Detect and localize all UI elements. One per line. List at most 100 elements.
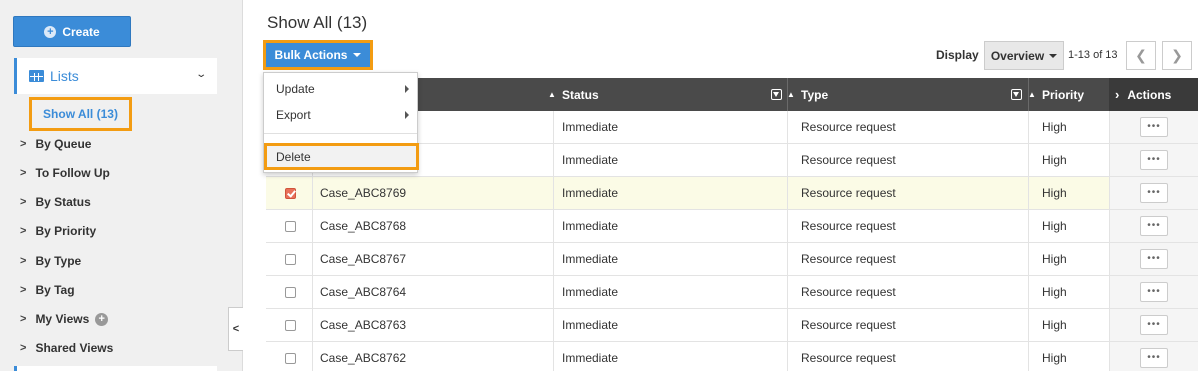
table-row[interactable]: Case_ABC8762 Immediate Resource request Hig… <box>266 342 1198 371</box>
row-select-cell <box>285 342 296 371</box>
table-row[interactable]: Case_ABC8767 Immediate Resource request Hig… <box>266 243 1198 276</box>
column-divider <box>553 342 554 371</box>
more-actions-icon[interactable]: ••• <box>1140 315 1168 335</box>
case-name-cell[interactable]: Case_ABC8764 <box>320 276 406 308</box>
collapse-sidebar-icon[interactable]: < <box>228 307 243 351</box>
column-divider <box>1028 210 1029 243</box>
chevron-right-icon: > <box>20 342 27 354</box>
column-header-status[interactable]: Status <box>562 78 599 111</box>
status-cell: Immediate <box>562 186 619 200</box>
row-checkbox[interactable] <box>285 286 296 298</box>
page-title: Show All (13) <box>267 13 368 32</box>
table-row[interactable]: Case_ABC8768 Immediate Resource request Hig… <box>266 210 1198 243</box>
more-actions-icon[interactable]: ••• <box>1140 282 1168 302</box>
sidebar-item-by-tag[interactable]: > By Tag <box>20 283 75 297</box>
filter-icon[interactable] <box>1011 78 1028 111</box>
case-name-cell[interactable]: Case_ABC8762 <box>320 342 406 371</box>
menu-item-update[interactable]: Update <box>264 76 417 102</box>
column-divider <box>553 309 554 342</box>
row-actions-cell: ••• <box>1109 177 1198 209</box>
sort-asc-icon[interactable]: ▲ <box>548 78 562 111</box>
more-actions-icon[interactable]: ••• <box>1140 150 1168 170</box>
menu-item-delete[interactable]: Delete <box>264 143 419 170</box>
view-select-value: Overview <box>990 48 1045 63</box>
sidebar-item-to-follow-up[interactable]: > To Follow Up <box>20 166 110 180</box>
menu-item-export[interactable]: Export <box>264 102 417 128</box>
view-select[interactable]: Overview <box>984 41 1064 70</box>
more-actions-icon[interactable]: ••• <box>1140 216 1168 236</box>
table-row[interactable]: Case_ABC8763 Immediate Resource request Hig… <box>266 309 1198 342</box>
sort-asc-icon[interactable]: ▲ <box>787 78 801 111</box>
column-divider <box>312 342 313 371</box>
chevron-right-icon: ❯ <box>1171 47 1183 63</box>
column-divider <box>553 243 554 276</box>
row-actions-cell: ••• <box>1109 243 1198 275</box>
row-actions-cell: ••• <box>1109 276 1198 308</box>
sidebar-item-by-queue[interactable]: > By Queue <box>20 137 91 151</box>
row-checkbox[interactable] <box>285 253 296 265</box>
sidebar-item-shared-views[interactable]: > Shared Views <box>20 341 113 355</box>
priority-cell: High <box>1042 219 1067 233</box>
column-divider <box>787 210 788 243</box>
sidebar-section-edge <box>14 366 217 371</box>
sidebar-item-by-priority[interactable]: > By Priority <box>20 224 96 238</box>
sidebar-item-label: Shared Views <box>35 341 114 355</box>
column-divider <box>1028 177 1029 210</box>
column-divider <box>312 276 313 309</box>
row-checkbox[interactable] <box>285 220 296 232</box>
lists-header[interactable]: Lists ⌄ <box>14 58 217 94</box>
column-divider <box>1028 309 1029 342</box>
type-cell: Resource request <box>801 186 896 200</box>
status-cell: Immediate <box>562 351 619 365</box>
row-checkbox[interactable] <box>285 187 296 199</box>
case-name-cell[interactable]: Case_ABC8763 <box>320 309 406 341</box>
menu-item-label: Export <box>276 108 311 122</box>
sidebar-item-my-views[interactable]: > My Views + <box>20 312 109 326</box>
next-page-button[interactable]: ❯ <box>1162 41 1192 70</box>
more-actions-icon[interactable]: ••• <box>1140 348 1168 368</box>
table-row[interactable]: Case_ABC8764 Immediate Resource request Hig… <box>266 276 1198 309</box>
row-checkbox[interactable] <box>285 319 296 331</box>
column-header-actions: › Actions <box>1109 78 1198 111</box>
type-cell: Resource request <box>801 153 896 167</box>
row-select-cell <box>285 177 296 209</box>
filter-icon[interactable] <box>771 78 788 111</box>
bulk-actions-button[interactable]: Bulk Actions <box>263 40 373 70</box>
column-divider <box>787 342 788 371</box>
submenu-arrow-icon <box>405 111 409 119</box>
sidebar-item-label: To Follow Up <box>35 166 110 180</box>
type-cell: Resource request <box>801 318 896 332</box>
sidebar-item-label: My Views <box>35 312 90 326</box>
case-name-cell[interactable]: Case_ABC8769 <box>320 177 406 209</box>
create-button[interactable]: + Create <box>13 16 131 47</box>
sidebar-item-by-status[interactable]: > By Status <box>20 195 91 209</box>
sort-asc-icon[interactable]: ▲ <box>1028 78 1042 111</box>
column-header-priority[interactable]: Priority <box>1042 78 1084 111</box>
column-divider <box>1028 243 1029 276</box>
case-name-cell[interactable]: Case_ABC8768 <box>320 210 406 242</box>
more-actions-icon[interactable]: ••• <box>1140 117 1168 137</box>
plus-circle-icon: + <box>44 25 57 38</box>
row-actions-cell: ••• <box>1109 111 1198 143</box>
sidebar: + Create Lists ⌄ Show All (13) > By Queu… <box>0 0 243 371</box>
row-checkbox[interactable] <box>285 352 296 364</box>
row-actions-cell: ••• <box>1109 210 1198 242</box>
caret-down-icon <box>353 53 362 57</box>
column-header-type[interactable]: Type <box>801 78 828 111</box>
sidebar-item-by-type[interactable]: > By Type <box>20 254 81 268</box>
add-view-icon[interactable]: + <box>95 312 109 326</box>
bulk-actions-label: Bulk Actions <box>274 48 348 62</box>
more-actions-icon[interactable]: ••• <box>1140 183 1168 203</box>
chevron-right-icon[interactable]: › <box>1115 87 1119 102</box>
case-name-cell[interactable]: Case_ABC8767 <box>320 243 406 275</box>
status-cell: Immediate <box>562 120 619 134</box>
chevron-down-icon[interactable]: ⌄ <box>195 69 207 80</box>
column-divider <box>787 276 788 309</box>
type-cell: Resource request <box>801 351 896 365</box>
table-row[interactable]: Case_ABC8769 Immediate Resource request Hig… <box>266 177 1198 210</box>
more-actions-icon[interactable]: ••• <box>1140 249 1168 269</box>
sidebar-item-show-all[interactable]: Show All (13) <box>29 97 132 131</box>
prev-page-button[interactable]: ❮ <box>1126 41 1156 70</box>
chevron-right-icon: > <box>20 225 27 237</box>
priority-cell: High <box>1042 285 1067 299</box>
